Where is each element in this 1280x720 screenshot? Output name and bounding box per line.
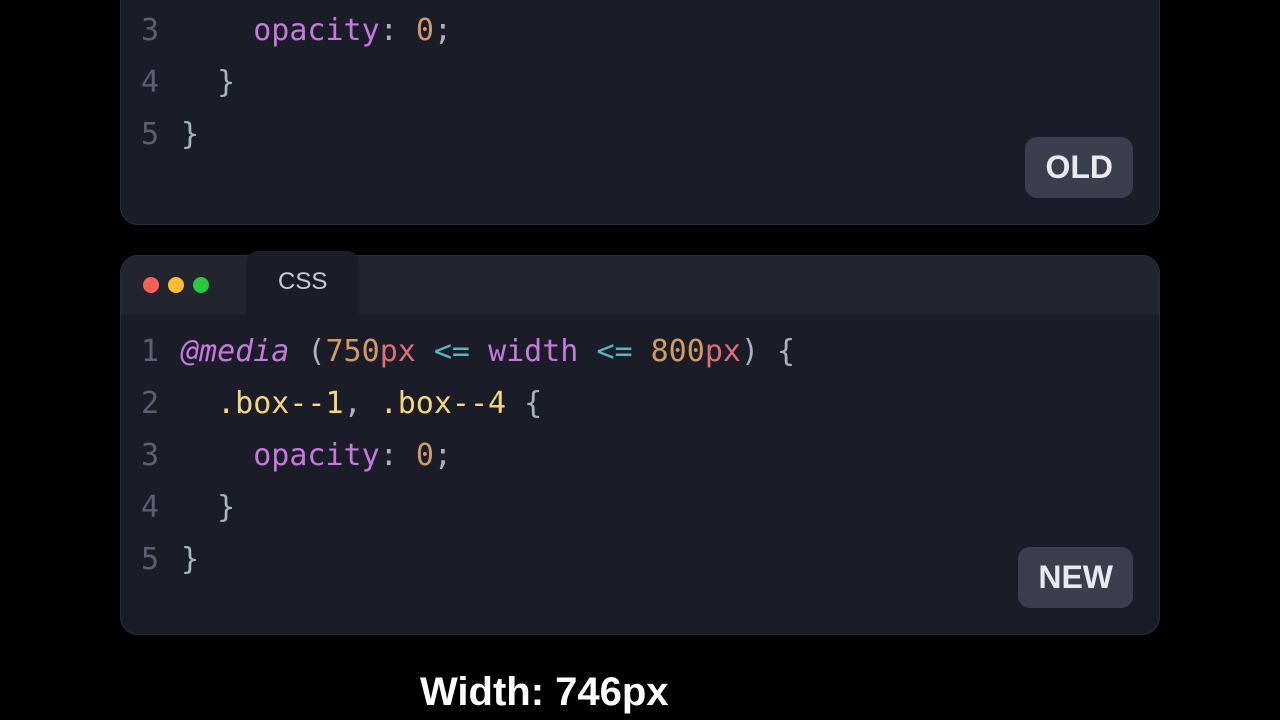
- code-text: }: [181, 65, 235, 100]
- line-number: 2: [121, 386, 181, 421]
- code-text: }: [181, 117, 199, 152]
- code-line: 3 opacity: 0;: [121, 438, 1159, 490]
- close-icon[interactable]: [143, 277, 159, 293]
- code-line: 3 opacity: 0;: [121, 13, 1159, 65]
- code-line: 4 }: [121, 490, 1159, 542]
- code-line: 5}: [121, 117, 1159, 169]
- line-number: 3: [121, 438, 181, 473]
- code-text: }: [181, 542, 199, 577]
- code-text: }: [181, 490, 235, 525]
- code-block-new: 1@media (750px <= width <= 800px) {2 .bo…: [121, 314, 1159, 614]
- code-line: 2 .box--1, .box--4 {: [121, 0, 1159, 13]
- line-number: 5: [121, 117, 181, 152]
- code-panel-new: CSS 1@media (750px <= width <= 800px) {2…: [120, 255, 1160, 635]
- code-line: 2 .box--1, .box--4 {: [121, 386, 1159, 438]
- file-tab[interactable]: CSS: [246, 251, 359, 314]
- line-number: 3: [121, 13, 181, 48]
- badge-old: OLD: [1025, 137, 1133, 198]
- code-panel-old: 2 .box--1, .box--4 {3 opacity: 0;4 }5} O…: [120, 0, 1160, 225]
- line-number: 4: [121, 490, 181, 525]
- code-line: 1@media (750px <= width <= 800px) {: [121, 334, 1159, 386]
- width-caption: Width: 746px: [420, 670, 669, 715]
- code-block-old: 2 .box--1, .box--4 {3 opacity: 0;4 }5}: [121, 0, 1159, 189]
- maximize-icon[interactable]: [193, 277, 209, 293]
- code-text: opacity: 0;: [181, 13, 452, 48]
- minimize-icon[interactable]: [168, 277, 184, 293]
- code-line: 4 }: [121, 65, 1159, 117]
- code-line: 5}: [121, 542, 1159, 594]
- code-text: opacity: 0;: [181, 438, 452, 473]
- window-titlebar: CSS: [121, 256, 1159, 314]
- code-text: .box--1, .box--4 {: [181, 386, 542, 421]
- line-number: 1: [121, 334, 181, 369]
- line-number: 4: [121, 65, 181, 100]
- code-text: @media (750px <= width <= 800px) {: [181, 334, 795, 369]
- badge-new: NEW: [1018, 547, 1133, 608]
- line-number: 5: [121, 542, 181, 577]
